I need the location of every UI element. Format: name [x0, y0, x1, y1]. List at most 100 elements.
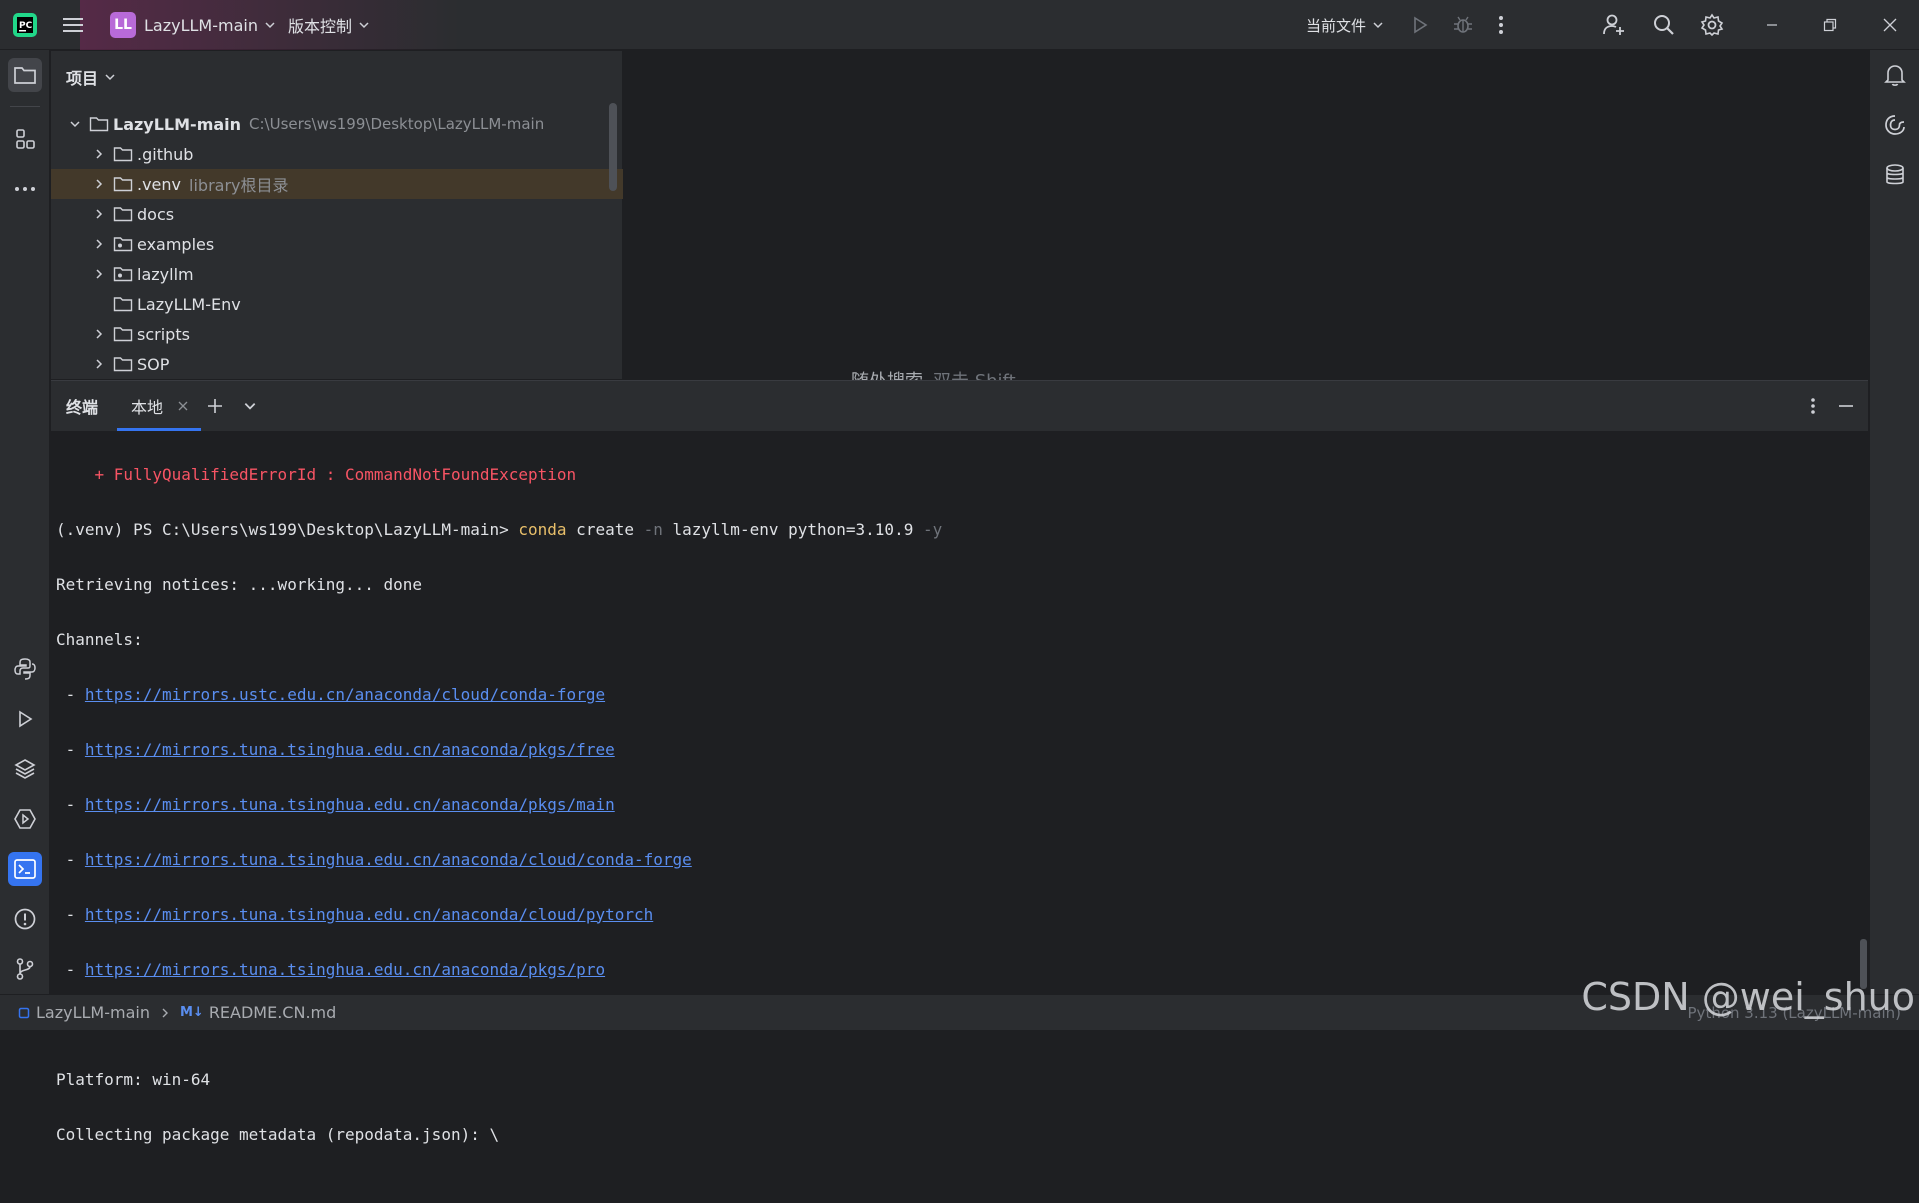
terminal-line: Channels:	[56, 629, 143, 649]
tree-item-label: examples	[137, 234, 215, 254]
database-tool-button[interactable]	[1878, 158, 1912, 192]
terminal-more-button[interactable]	[1809, 381, 1817, 431]
tree-item[interactable]: .github	[51, 139, 659, 169]
code-with-me-button[interactable]	[1602, 0, 1626, 50]
svg-text:PC: PC	[19, 21, 33, 31]
ai-assistant-button[interactable]	[1878, 108, 1912, 142]
folder-icon	[113, 327, 133, 342]
run-config-label: 当前文件	[1306, 16, 1367, 35]
chevron-right-icon[interactable]	[91, 236, 107, 252]
project-scrollbar[interactable]	[609, 103, 617, 191]
tree-item-label: SOP	[137, 354, 170, 374]
tree-root-name: LazyLLM-main	[113, 114, 242, 134]
python-icon	[14, 658, 36, 680]
active-tab-indicator	[117, 428, 201, 431]
tree-item[interactable]: examples	[51, 229, 659, 259]
chevron-right-icon[interactable]	[91, 326, 107, 342]
tree-item-label: .venv	[137, 174, 182, 194]
breadcrumb-file[interactable]: README.CN.md	[209, 1003, 336, 1022]
markdown-icon: M↓	[179, 1005, 204, 1020]
run-button[interactable]	[1410, 0, 1430, 50]
channel-link[interactable]: https://mirrors.tuna.tsinghua.edu.cn/ana…	[85, 850, 692, 869]
run-tool-button[interactable]	[8, 702, 42, 736]
terminal-line: (.venv) PS C:\Users\ws199\Desktop\LazyLL…	[56, 519, 943, 539]
vcs-menu[interactable]: 版本控制	[288, 0, 370, 50]
structure-tool-button[interactable]	[8, 122, 42, 156]
terminal-tool-button[interactable]	[8, 852, 42, 886]
terminal-icon	[14, 859, 36, 879]
more-actions-button[interactable]	[1497, 0, 1505, 50]
run-config-selector[interactable]: 当前文件	[1306, 0, 1384, 50]
tree-item-label: scripts	[137, 324, 190, 344]
tab-local[interactable]: 本地	[131, 381, 189, 431]
app-logo-icon[interactable]: PC	[12, 0, 38, 50]
git-tool-button[interactable]	[8, 952, 42, 986]
tree-item[interactable]: LazyLLM-Env	[51, 289, 675, 319]
services-tool-button[interactable]	[8, 802, 42, 836]
tree-item[interactable]: scripts	[51, 319, 659, 349]
restore-icon	[1823, 18, 1837, 32]
terminal-line: Collecting package metadata (repodata.js…	[56, 1124, 500, 1144]
tree-item[interactable]: SOP	[51, 349, 659, 379]
project-tool-button[interactable]	[8, 58, 42, 92]
close-window-button[interactable]	[1882, 0, 1898, 50]
notifications-button[interactable]	[1878, 58, 1912, 92]
tree-root[interactable]: LazyLLM-main C:\Users\ws199\Desktop\Lazy…	[51, 109, 635, 139]
terminal-line: - https://mirrors.tuna.tsinghua.edu.cn/a…	[56, 794, 615, 814]
channel-link[interactable]: https://mirrors.tuna.tsinghua.edu.cn/ana…	[85, 795, 615, 814]
channel-link[interactable]: https://mirrors.tuna.tsinghua.edu.cn/ana…	[85, 740, 615, 759]
close-icon[interactable]	[177, 400, 189, 412]
folder-icon	[14, 67, 36, 84]
hamburger-icon	[63, 18, 83, 32]
terminal-panel: 终端 本地 + FullyQualifiedErrorId: CommandN…	[51, 380, 1868, 1144]
chevron-down-icon[interactable]	[67, 116, 83, 132]
chevron-right-icon[interactable]	[91, 146, 107, 162]
tree-item[interactable]: lazyllm	[51, 259, 659, 289]
structure-icon	[16, 129, 35, 149]
folder-icon	[113, 177, 133, 192]
terminal-tab-bar: 终端 本地	[51, 381, 1868, 431]
breadcrumb-project[interactable]: LazyLLM-main	[36, 1003, 150, 1022]
tree-item-label: lazyllm	[137, 264, 194, 284]
bug-icon	[1454, 16, 1472, 33]
channel-link[interactable]: https://mirrors.tuna.tsinghua.edu.cn/ana…	[85, 905, 653, 924]
hide-terminal-button[interactable]	[1837, 381, 1855, 431]
add-user-icon	[1603, 14, 1624, 35]
chevron-right-icon[interactable]	[91, 266, 107, 282]
channel-link[interactable]: https://mirrors.ustc.edu.cn/anaconda/clo…	[85, 685, 605, 704]
more-tools-button[interactable]	[8, 172, 42, 206]
project-view-selector[interactable]: 项目	[66, 65, 116, 89]
editor-area[interactable]: 随处搜索双击 Shift	[623, 51, 1868, 392]
project-switcher[interactable]: LL LazyLLM-main	[110, 0, 276, 50]
folder-icon	[89, 117, 109, 132]
settings-button[interactable]	[1700, 0, 1724, 50]
terminal-line: - https://mirrors.ustc.edu.cn/anaconda/c…	[56, 684, 606, 704]
minimize-window-button[interactable]	[1764, 0, 1780, 50]
minimize-icon	[1767, 24, 1777, 26]
terminal-line: - https://mirrors.tuna.tsinghua.edu.cn/a…	[56, 904, 654, 924]
close-icon	[1883, 18, 1897, 32]
python-console-button[interactable]	[8, 652, 42, 686]
problems-tool-button[interactable]	[8, 902, 42, 936]
chevron-right-icon[interactable]	[91, 176, 107, 192]
search-icon	[1654, 15, 1674, 35]
search-everywhere-button[interactable]	[1652, 0, 1676, 50]
terminal-options-dropdown[interactable]	[243, 381, 257, 431]
terminal-output[interactable]: + FullyQualifiedErrorId : CommandNotFoun…	[56, 433, 1846, 1203]
main-menu-button[interactable]	[62, 0, 84, 50]
layers-icon	[14, 759, 36, 779]
package-folder-icon	[113, 237, 133, 252]
chevron-right-icon[interactable]	[91, 206, 107, 222]
python-packages-button[interactable]	[8, 752, 42, 786]
play-icon	[19, 710, 33, 728]
chevron-right-icon[interactable]	[91, 356, 107, 372]
restore-window-button[interactable]	[1822, 0, 1838, 50]
channel-link[interactable]: https://mirrors.tuna.tsinghua.edu.cn/ana…	[85, 960, 605, 979]
tree-item[interactable]: .venv library根目录	[51, 169, 659, 199]
terminal-line: Platform: win-64	[56, 1069, 211, 1089]
debug-button[interactable]	[1452, 0, 1474, 50]
new-terminal-button[interactable]	[206, 381, 224, 431]
tree-item-label: docs	[137, 204, 175, 224]
breadcrumb: LazyLLM-main M↓ README.CN.md	[18, 1003, 336, 1022]
tree-item[interactable]: docs	[51, 199, 659, 229]
